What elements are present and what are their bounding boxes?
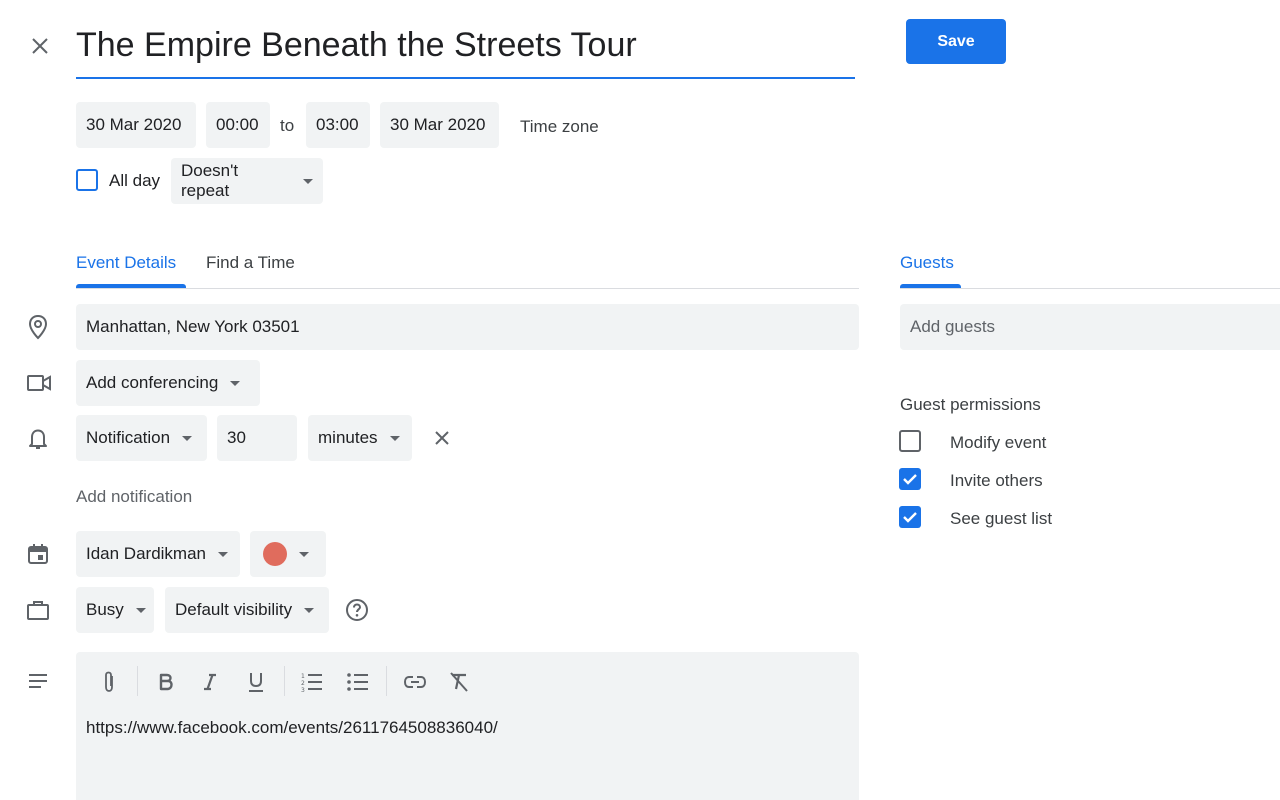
- invite-others-checkbox[interactable]: [899, 468, 921, 490]
- clear-formatting-button[interactable]: [441, 664, 477, 700]
- all-day-checkbox[interactable]: [76, 169, 98, 191]
- end-time-text: 03:00: [316, 115, 359, 134]
- bold-button[interactable]: [148, 664, 184, 700]
- close-icon: [435, 431, 449, 445]
- event-title-input[interactable]: The Empire Beneath the Streets Tour: [76, 20, 855, 79]
- availability-text: Busy: [86, 600, 124, 619]
- start-date-text: 30 Mar 2020: [86, 115, 182, 134]
- numbered-list-icon: 123: [301, 673, 322, 692]
- tab-event-details[interactable]: Event Details: [76, 253, 176, 273]
- location-text: Manhattan, New York 03501: [86, 317, 300, 336]
- guests-divider: [900, 288, 1280, 289]
- help-icon: [346, 599, 368, 621]
- insert-link-button[interactable]: [397, 664, 433, 700]
- add-guests-placeholder: Add guests: [910, 317, 996, 336]
- calendar-owner-text: Idan Dardikman: [86, 544, 207, 563]
- chevron-down-icon: [389, 435, 400, 441]
- close-icon: [32, 38, 48, 54]
- italic-button[interactable]: [192, 664, 228, 700]
- add-notification-link[interactable]: Add notification: [76, 487, 192, 507]
- event-color-swatch: [263, 542, 287, 566]
- toolbar-divider: [137, 666, 138, 696]
- all-day-label: All day: [109, 171, 161, 190]
- repeat-dropdown[interactable]: Doesn't repeat: [171, 158, 323, 204]
- help-button[interactable]: [343, 596, 371, 624]
- close-button[interactable]: [22, 28, 58, 64]
- to-label: to: [280, 116, 295, 135]
- bold-icon: [159, 673, 173, 691]
- chevron-down-icon: [182, 435, 193, 441]
- conferencing-text: Add conferencing: [86, 373, 219, 392]
- modify-event-label: Modify event: [950, 433, 1047, 452]
- start-time-field[interactable]: 00:00: [206, 102, 270, 148]
- notification-value-text: 30: [227, 428, 246, 447]
- bulleted-list-button[interactable]: [340, 664, 376, 700]
- checkmark-icon: [903, 512, 917, 523]
- chevron-down-icon: [303, 178, 313, 184]
- end-date-text: 30 Mar 2020: [390, 115, 486, 134]
- underline-button[interactable]: [238, 664, 274, 700]
- modify-event-checkbox[interactable]: [899, 430, 921, 452]
- svg-text:3: 3: [301, 687, 305, 692]
- checkmark-icon: [903, 474, 917, 485]
- chevron-down-icon: [218, 551, 229, 557]
- link-icon: [403, 676, 427, 688]
- remove-notification-button[interactable]: [428, 424, 456, 452]
- save-button[interactable]: Save: [906, 19, 1006, 64]
- chevron-down-icon: [135, 607, 146, 613]
- chevron-down-icon: [230, 380, 241, 386]
- notification-unit-text: minutes: [318, 428, 378, 447]
- description-icon: [24, 668, 52, 694]
- location-icon: [24, 312, 52, 342]
- location-input[interactable]: Manhattan, New York 03501: [76, 304, 859, 350]
- invite-others-label: Invite others: [950, 471, 1043, 490]
- start-date-field[interactable]: 30 Mar 2020: [76, 102, 196, 148]
- visibility-text: Default visibility: [175, 600, 293, 619]
- end-date-field[interactable]: 30 Mar 2020: [380, 102, 499, 148]
- italic-icon: [204, 673, 216, 691]
- video-camera-icon: [24, 370, 54, 396]
- event-color-dropdown[interactable]: [250, 531, 326, 577]
- chevron-down-icon: [304, 607, 315, 613]
- repeat-text: Doesn't repeat: [181, 161, 239, 200]
- toolbar-divider: [284, 666, 285, 696]
- clear-formatting-icon: [450, 672, 468, 692]
- tabs-divider: [76, 288, 859, 289]
- underline-icon: [249, 673, 263, 692]
- bulleted-list-icon: [347, 673, 368, 691]
- guest-permissions-title: Guest permissions: [900, 395, 1041, 414]
- end-time-field[interactable]: 03:00: [306, 102, 370, 148]
- timezone-link[interactable]: Time zone: [520, 117, 599, 137]
- add-guests-input[interactable]: Add guests: [900, 304, 1280, 350]
- tab-find-a-time[interactable]: Find a Time: [206, 253, 295, 273]
- toolbar-divider: [386, 666, 387, 696]
- event-title-text: The Empire Beneath the Streets Tour: [76, 26, 637, 64]
- see-guest-list-label: See guest list: [950, 509, 1053, 528]
- chevron-down-icon: [299, 551, 309, 557]
- start-time-text: 00:00: [216, 115, 259, 134]
- bell-icon: [25, 425, 51, 453]
- calendar-owner-dropdown[interactable]: Idan Dardikman: [76, 531, 240, 577]
- conferencing-dropdown[interactable]: Add conferencing: [76, 360, 260, 406]
- calendar-icon: [25, 540, 51, 568]
- numbered-list-button[interactable]: 123: [294, 664, 330, 700]
- description-text: https://www.facebook.com/events/26117645…: [86, 718, 498, 737]
- availability-dropdown[interactable]: Busy: [76, 587, 154, 633]
- notification-unit-dropdown[interactable]: minutes: [308, 415, 412, 461]
- attach-button[interactable]: [91, 664, 127, 700]
- svg-text:1: 1: [301, 673, 305, 680]
- see-guest-list-checkbox[interactable]: [899, 506, 921, 528]
- save-button-label: Save: [937, 32, 975, 50]
- paperclip-icon: [105, 671, 113, 692]
- notification-value-input[interactable]: 30: [217, 415, 297, 461]
- visibility-dropdown[interactable]: Default visibility: [165, 587, 329, 633]
- notification-type-text: Notification: [86, 428, 171, 447]
- notification-type-dropdown[interactable]: Notification: [76, 415, 207, 461]
- briefcase-icon: [24, 596, 52, 624]
- svg-text:2: 2: [301, 680, 305, 687]
- tab-guests[interactable]: Guests: [900, 253, 954, 273]
